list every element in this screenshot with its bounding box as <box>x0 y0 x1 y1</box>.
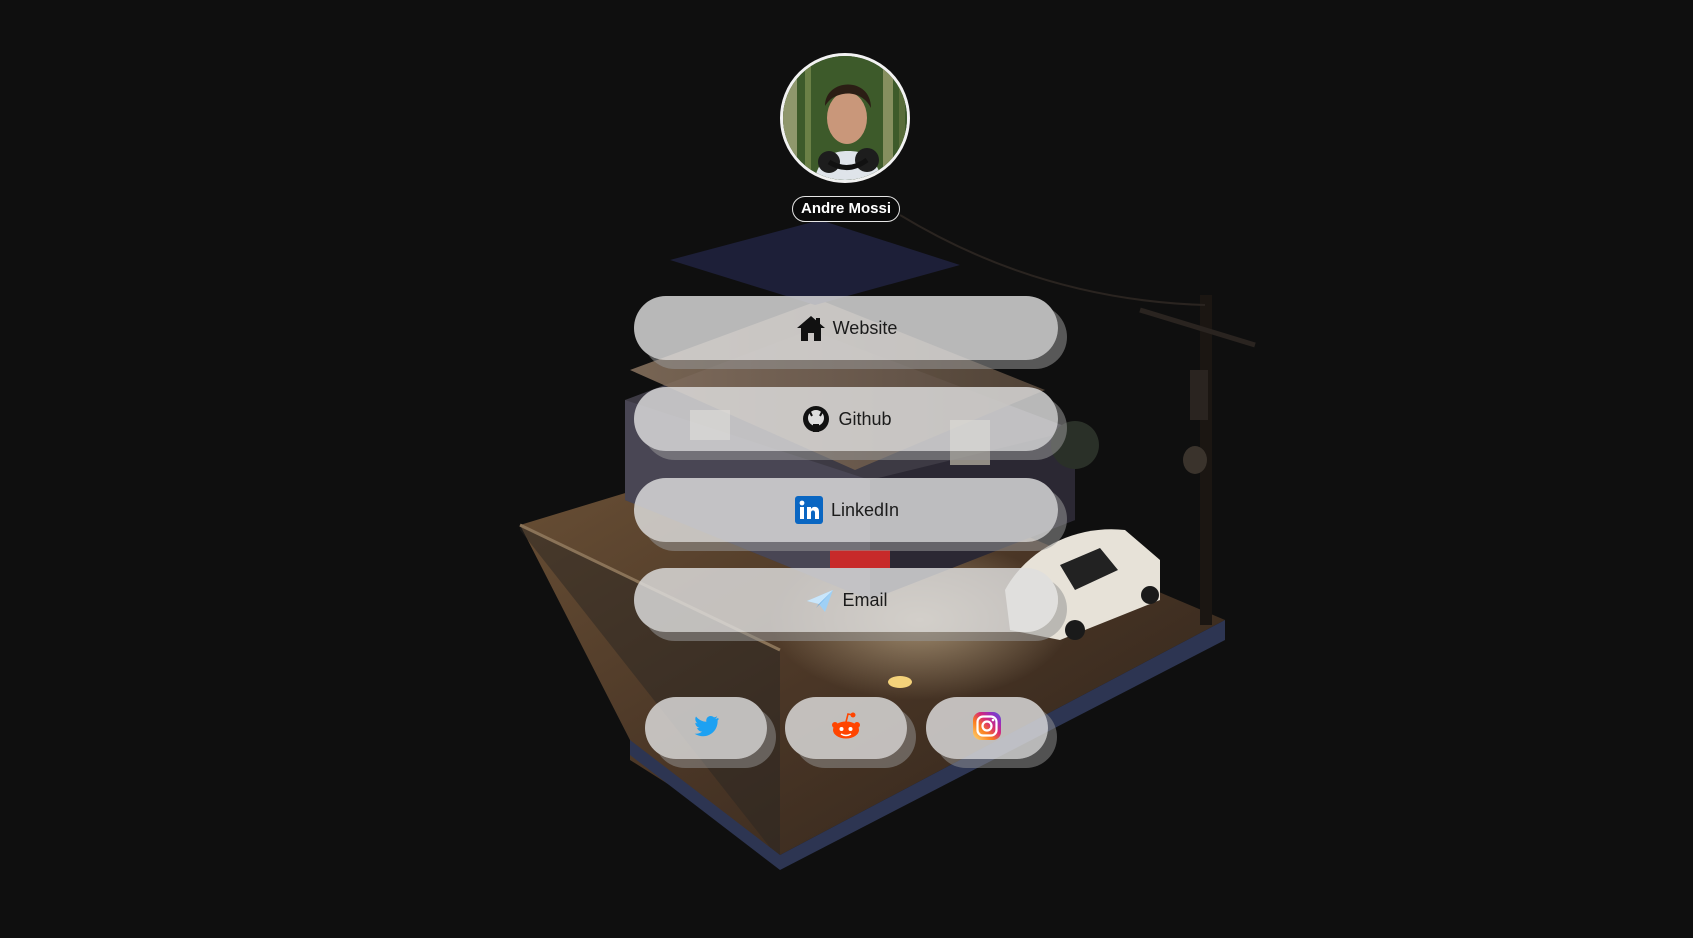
page: Andre Mossi Website Github LinkedIn Emai… <box>0 0 1693 938</box>
reddit-icon <box>830 712 862 745</box>
reddit-button[interactable] <box>785 697 907 759</box>
profile-photo-icon <box>783 56 907 180</box>
paper-plane-icon <box>804 584 836 616</box>
instagram-icon <box>972 711 1002 746</box>
instagram-button[interactable] <box>926 697 1048 759</box>
twitter-icon <box>693 715 719 742</box>
home-icon <box>795 312 827 344</box>
website-label: Website <box>832 317 898 338</box>
github-label: Github <box>838 408 892 429</box>
email-label: Email <box>842 589 888 610</box>
linkedin-button[interactable]: LinkedIn <box>634 478 1058 542</box>
linkedin-icon <box>793 494 825 526</box>
email-button[interactable]: Email <box>634 568 1058 632</box>
github-button[interactable]: Github <box>634 387 1058 451</box>
profile-name: Andre Mossi <box>792 196 900 222</box>
profile-avatar <box>780 53 910 183</box>
github-icon <box>800 403 832 435</box>
twitter-button[interactable] <box>645 697 767 759</box>
website-button[interactable]: Website <box>634 296 1058 360</box>
linkedin-label: LinkedIn <box>830 499 900 520</box>
